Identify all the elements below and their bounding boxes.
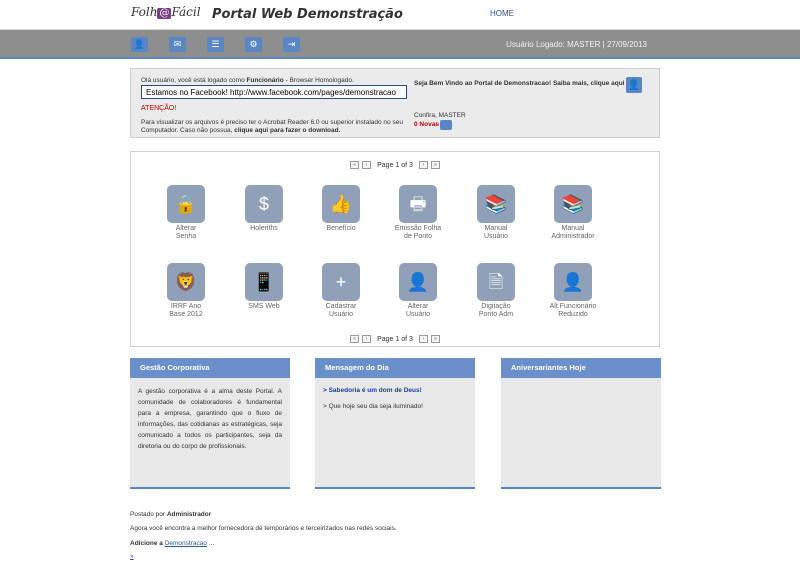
facebook-link-box[interactable]: Estamos no Facebook! http://www.facebook… [141, 85, 407, 99]
logout-button[interactable]: ⇥ [283, 37, 300, 52]
prev-page-button[interactable]: ‹ [362, 161, 372, 169]
chat-bubble-icon[interactable] [440, 120, 452, 130]
new-messages-count[interactable]: 0 Novas [414, 121, 439, 128]
app-sms-web[interactable]: 📱 SMS Web [229, 263, 299, 311]
add-user-icon: + [322, 263, 360, 301]
books-icon: 📚 [554, 185, 592, 223]
logo: Folh @ Fácil [131, 5, 201, 19]
pager-top: « ‹ Page 1 of 3 › » [131, 161, 659, 169]
last-page-button[interactable]: » [430, 161, 440, 169]
thumbs-up-icon: 👍 [322, 185, 360, 223]
toolbar: 👤 ✉ ☰ ⚙ ⇥ Usuário Logado: MASTER | 27/09… [0, 30, 800, 59]
extra-link[interactable]: » [130, 553, 134, 560]
user-settings-icon: 👤 [554, 263, 592, 301]
welcome-user-icon[interactable]: 👤 [626, 77, 642, 93]
payslip-icon: $ [245, 185, 283, 223]
list-button[interactable]: ☰ [207, 37, 224, 52]
app-manual-administrador[interactable]: 📚 Manual Administrador [538, 185, 608, 241]
user-button[interactable]: 👤 [131, 37, 148, 52]
apps-panel: « ‹ Page 1 of 3 › » 🔒 Alterar Senha $ Hol… [130, 151, 660, 347]
mail-icon: ✉ [173, 39, 182, 49]
logout-icon: ⇥ [287, 39, 296, 49]
site-title: Portal Web Demonstração [212, 7, 403, 22]
acrobat-notice: Para visualizar os arquivos é preciso te… [141, 119, 403, 134]
panel-mensagem-do-dia: Mensagem do Dia > Sabedoria é um dom de … [315, 358, 475, 489]
home-link[interactable]: HOME [490, 9, 514, 18]
panel-aniversariantes: Aniversariantes Hoje [501, 358, 661, 489]
panel-title: Aniversariantes Hoje [501, 358, 661, 378]
panel-title: Gestão Corporativa [130, 358, 290, 378]
mail-button[interactable]: ✉ [169, 37, 186, 52]
app-alt-funcionario-reduzido[interactable]: 👤 Alt.Funcionário Reduzido [538, 263, 608, 319]
app-alterar-senha[interactable]: 🔒 Alterar Senha [151, 185, 221, 241]
app-emissao-folha-ponto[interactable]: 🖶 Emissão Folha de Ponto [383, 185, 453, 241]
books-icon: 📚 [477, 185, 515, 223]
printer-icon: 🖶 [399, 185, 437, 223]
prev-page-button[interactable]: ‹ [362, 335, 372, 343]
fornecedora-text: Agora você encontra a melhor fornecedora… [130, 525, 397, 532]
attention-label: ATENÇÃO! [141, 105, 177, 112]
greeting-text: Olá usuário, você está logado como Funci… [141, 77, 354, 84]
pager-bottom: « ‹ Page 1 of 3 › » [131, 335, 659, 343]
download-link[interactable]: clique aqui para fazer o download. [234, 127, 340, 134]
first-page-button[interactable]: « [350, 335, 360, 343]
list-icon: ☰ [211, 39, 220, 49]
user-icon: 👤 [133, 39, 146, 49]
phone-icon: 📱 [245, 263, 283, 301]
lock-icon: 🔒 [167, 185, 205, 223]
lion-icon: 🦁 [167, 263, 205, 301]
page-indicator: Page 1 of 3 [377, 335, 413, 343]
portal-welcome-link[interactable]: Seja Bem Vindo ao Portal de Demonstracao… [414, 80, 632, 87]
app-cadastrar-usuario[interactable]: + Cadastrar Usuário [306, 263, 376, 319]
extra-link-wrap: » [130, 553, 134, 560]
settings-button[interactable]: ⚙ [245, 37, 262, 52]
document-icon: 🗎 [477, 263, 515, 301]
next-page-button[interactable]: › [418, 335, 428, 343]
logo-at: @ [157, 8, 172, 19]
edit-user-icon: 👤 [399, 263, 437, 301]
panel-body: A gestão corporativa é a alma deste Port… [138, 388, 282, 450]
page-indicator: Page 1 of 3 [377, 161, 413, 169]
message-line: > Que hoje seu dia seja iluminado! [323, 403, 423, 410]
app-holeriths[interactable]: $ Holeriths [229, 185, 299, 233]
confira-label: Confira, MASTER [414, 112, 466, 119]
header: Folh @ Fácil Portal Web Demonstração HOME [0, 0, 800, 30]
last-page-button[interactable]: » [430, 335, 440, 343]
app-alterar-usuario[interactable]: 👤 Alterar Usuário [383, 263, 453, 319]
posted-by: Postado por Administrador [130, 511, 212, 518]
app-digitacao-ponto-adm[interactable]: 🗎 Digitação Ponto Adm [461, 263, 531, 319]
app-irrf-ano-base[interactable]: 🦁 IRRF Ano Base 2012 [151, 263, 221, 319]
panel-title: Mensagem do Dia [315, 358, 475, 378]
panel-gestao-corporativa: Gestão Corporativa A gestão corporativa … [130, 358, 290, 489]
demonstracao-link[interactable]: Demonstracao [165, 540, 207, 547]
app-beneficio[interactable]: 👍 Benefício [306, 185, 376, 233]
adicione-text: Adicione a Demonstracao ... [130, 540, 215, 547]
gear-icon: ⚙ [249, 39, 258, 49]
first-page-button[interactable]: « [350, 161, 360, 169]
message-line: > Sabedoria é um dom de Deus! [323, 387, 422, 394]
app-manual-usuario[interactable]: 📚 Manual Usuário [461, 185, 531, 241]
next-page-button[interactable]: › [418, 161, 428, 169]
logged-user-info: Usuário Logado: MASTER | 27/09/2013 [506, 40, 647, 49]
welcome-box: Olá usuário, você está logado como Funci… [130, 68, 660, 138]
